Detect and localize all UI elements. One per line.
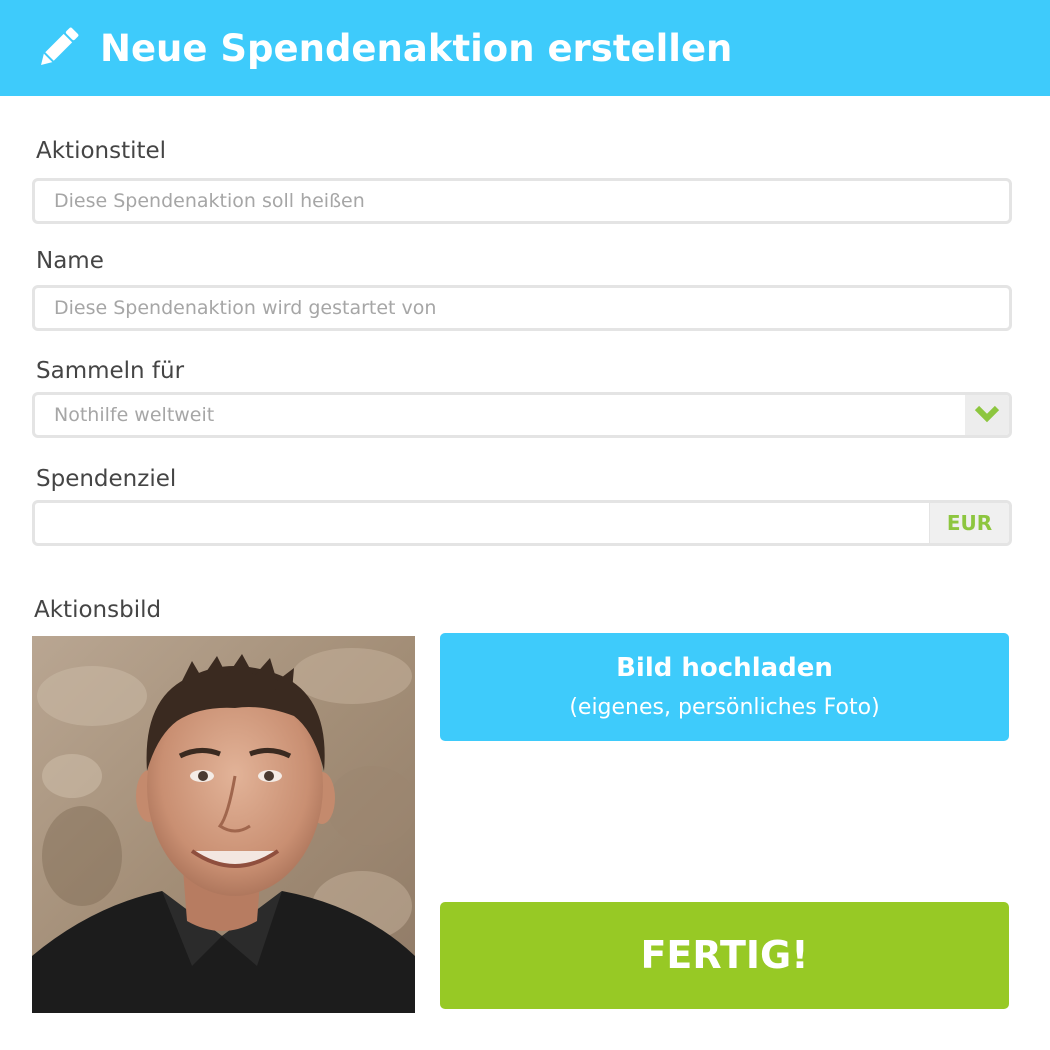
page-title: Neue Spendenaktion erstellen bbox=[100, 27, 733, 70]
name-input[interactable] bbox=[35, 288, 1009, 328]
name-field[interactable] bbox=[32, 285, 1012, 331]
name-label: Name bbox=[36, 248, 104, 274]
goal-label: Spendenziel bbox=[36, 466, 177, 492]
collect-for-value: Nothilfe weltweit bbox=[54, 404, 215, 426]
goal-input[interactable] bbox=[35, 503, 933, 543]
currency-label: EUR bbox=[929, 503, 1009, 543]
image-label: Aktionsbild bbox=[34, 597, 162, 623]
pencil-icon bbox=[32, 22, 84, 74]
chevron-down-icon bbox=[974, 403, 1000, 427]
title-input[interactable] bbox=[35, 181, 1009, 221]
page-header: Neue Spendenaktion erstellen bbox=[0, 0, 1050, 96]
title-label: Aktionstitel bbox=[36, 138, 167, 164]
goal-field[interactable]: EUR bbox=[32, 500, 1012, 546]
upload-image-button[interactable]: Bild hochladen (eigenes, persönliches Fo… bbox=[440, 633, 1009, 741]
select-dropdown-button[interactable] bbox=[965, 395, 1009, 435]
upload-button-label: Bild hochladen bbox=[616, 653, 833, 683]
collect-for-label: Sammeln für bbox=[36, 358, 185, 384]
title-field[interactable] bbox=[32, 178, 1012, 224]
submit-button[interactable]: FERTIG! bbox=[440, 902, 1009, 1009]
upload-button-sublabel: (eigenes, persönliches Foto) bbox=[569, 695, 880, 720]
campaign-photo bbox=[32, 636, 417, 1013]
collect-for-select[interactable]: Nothilfe weltweit bbox=[32, 392, 1012, 438]
